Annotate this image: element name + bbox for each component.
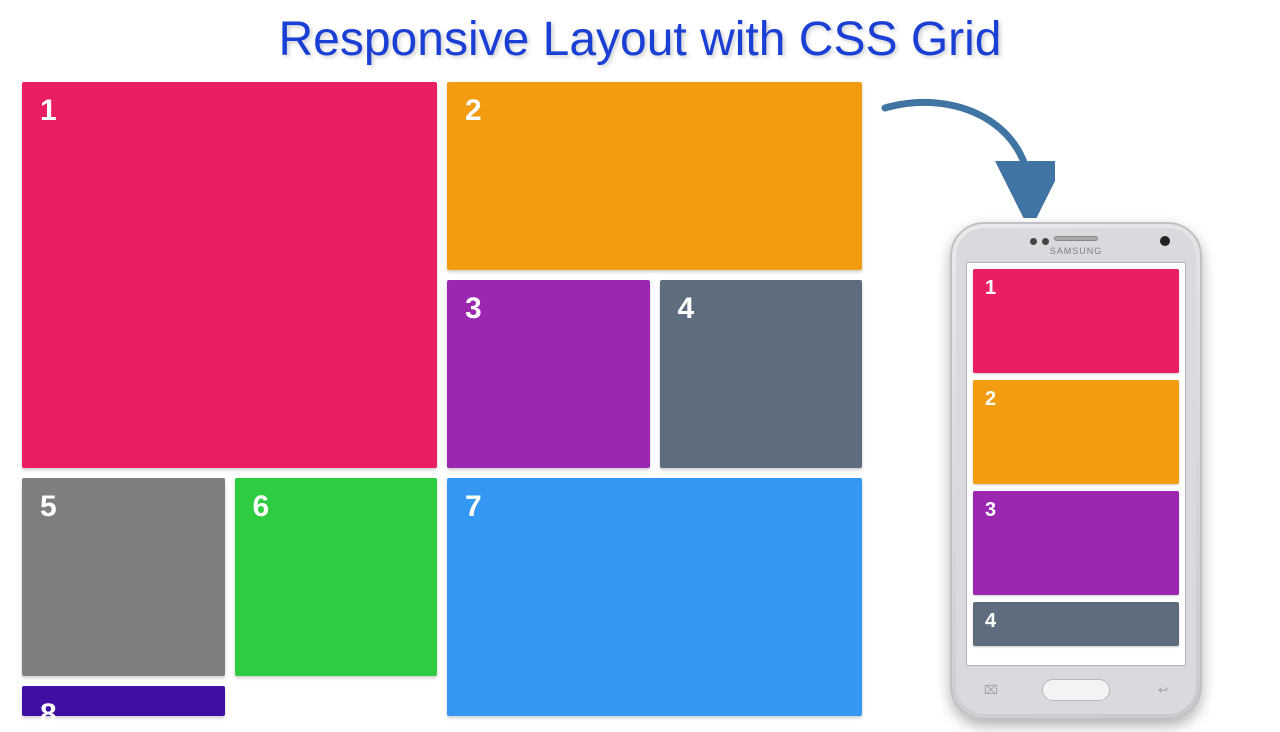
desktop-tile-8: 8 <box>22 686 225 716</box>
desktop-tile-2: 2 <box>447 82 862 270</box>
phone-tile-2: 2 <box>973 380 1179 484</box>
phone-tile-4: 4 <box>973 602 1179 646</box>
desktop-tile-4: 4 <box>660 280 863 468</box>
phone-sensor-icon <box>1030 238 1037 245</box>
phone-back-icon: ↩ <box>1158 683 1168 697</box>
desktop-tile-1: 1 <box>22 82 437 468</box>
phone-tile-3: 3 <box>973 491 1179 595</box>
phone-tile-1: 1 <box>973 269 1179 373</box>
phone-speaker-icon <box>1054 236 1098 241</box>
phone-home-button-icon <box>1042 679 1110 701</box>
phone-body: SAMSUNG 1 2 3 4 ⌧ ↩ <box>956 228 1196 714</box>
phone-camera-icon <box>1160 236 1170 246</box>
desktop-grid-layout: 1 2 3 4 5 6 7 8 <box>22 82 862 716</box>
phone-mockup: SAMSUNG 1 2 3 4 ⌧ ↩ <box>950 222 1202 720</box>
phone-brand-label: SAMSUNG <box>1050 246 1103 256</box>
desktop-tile-6: 6 <box>235 478 438 676</box>
page-title: Responsive Layout with CSS Grid <box>0 0 1280 75</box>
phone-recent-icon: ⌧ <box>984 683 998 697</box>
desktop-tile-5: 5 <box>22 478 225 676</box>
phone-top-bar: SAMSUNG <box>956 228 1196 262</box>
phone-screen: 1 2 3 4 <box>966 262 1186 666</box>
responsive-arrow-icon <box>875 88 1055 218</box>
desktop-tile-3: 3 <box>447 280 650 468</box>
phone-bottom-bar: ⌧ ↩ <box>956 666 1196 714</box>
desktop-tile-7: 7 <box>447 478 862 716</box>
phone-sensor-icon <box>1042 238 1049 245</box>
